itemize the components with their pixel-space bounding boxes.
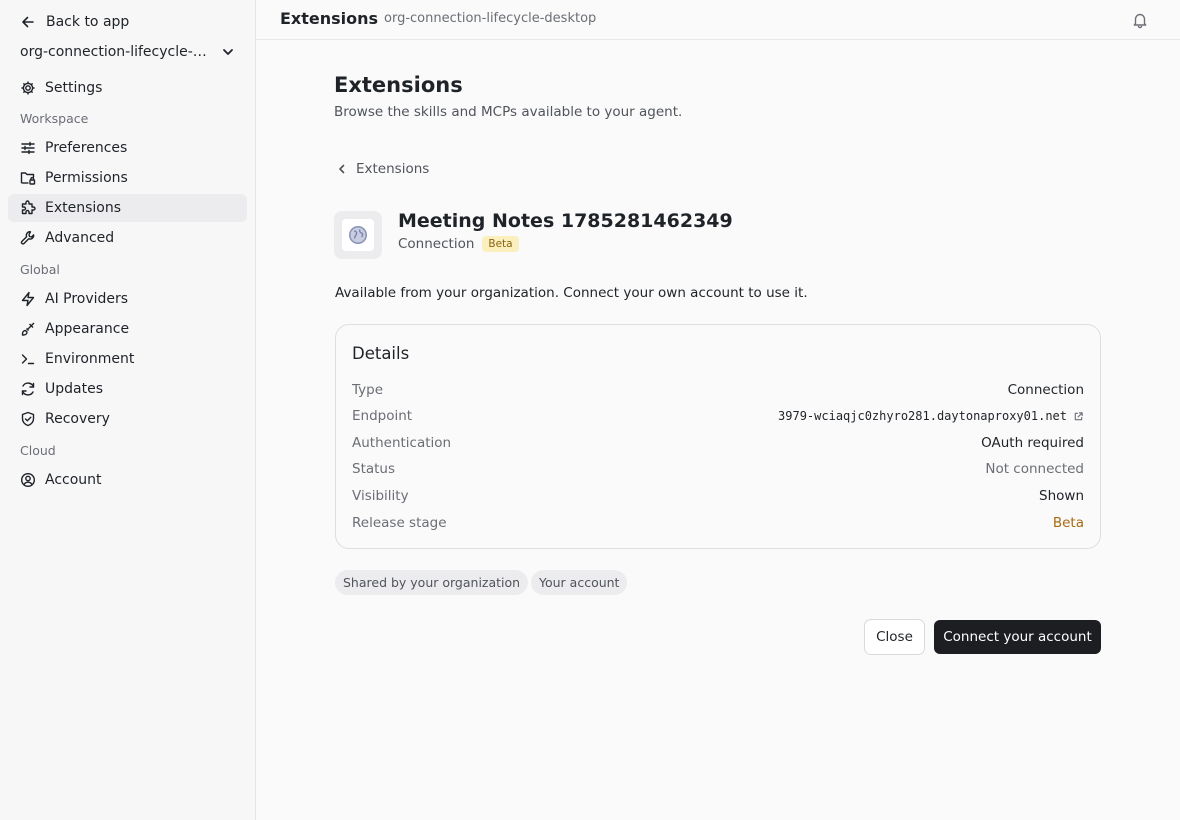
close-button[interactable]: Close: [864, 619, 925, 655]
sidebar-item-label: Updates: [45, 381, 103, 397]
sidebar-item-label: Recovery: [45, 411, 110, 427]
chip-your-account: Your account: [531, 570, 628, 595]
section-label-cloud: Cloud: [20, 443, 56, 458]
sidebar-item-label: Account: [45, 472, 102, 488]
detail-row-type: Type Connection: [352, 380, 1084, 400]
detail-row-release-stage: Release stage Beta: [352, 513, 1084, 533]
paintbrush-icon: [21, 322, 35, 336]
details-card: Details Type Connection Endpoint 3979-wc…: [335, 324, 1101, 549]
refresh-icon: [21, 382, 35, 396]
chevron-down-icon: [223, 49, 233, 55]
wrench-icon: [20, 231, 35, 245]
sidebar-item-label: Extensions: [45, 200, 122, 216]
section-label-workspace: Workspace: [20, 111, 89, 126]
sliders-icon: [21, 141, 35, 155]
sidebar-item-label: Environment: [45, 351, 135, 367]
sidebar: Back to app org-connection-lifecycle-de s…: [0, 0, 256, 820]
sidebar-item-updates[interactable]: Updates: [8, 375, 247, 403]
shield-check-icon: [21, 411, 35, 427]
folder-lock-icon: [20, 172, 36, 185]
chevron-left-icon: [339, 164, 345, 174]
sidebar-item-preferences[interactable]: Preferences: [8, 134, 247, 162]
endpoint-link[interactable]: 3979-wciaqjc0zhyro281.daytonaproxy01.net: [778, 409, 1084, 423]
sidebar-item-settings[interactable]: Settings: [8, 74, 247, 102]
detail-value: Shown: [1039, 488, 1084, 504]
external-link-icon: [1074, 411, 1083, 420]
section-label-global: Global: [20, 262, 60, 277]
arrow-left-icon: [22, 16, 34, 28]
top-bar: Extensions org-connection-lifecycle-desk…: [256, 0, 1180, 40]
sidebar-item-ai-providers[interactable]: AI Providers: [8, 285, 247, 313]
breadcrumb-label: Extensions: [356, 161, 430, 177]
terminal-icon: [21, 354, 35, 365]
globe-icon: [349, 226, 367, 244]
extension-name: Meeting Notes 1785281462349: [398, 210, 733, 232]
availability-note: Available from your organization. Connec…: [335, 285, 808, 301]
extension-type-row: Connection Beta: [398, 236, 519, 252]
detail-label: Authentication: [352, 435, 452, 451]
org-selector[interactable]: org-connection-lifecycle-desktop: [20, 42, 236, 62]
page-description: Browse the skills and MCPs available to …: [334, 104, 683, 120]
detail-value: Connection: [1007, 382, 1084, 398]
detail-label: Endpoint: [352, 408, 413, 424]
details-title: Details: [352, 344, 410, 363]
sidebar-item-appearance[interactable]: Appearance: [8, 315, 247, 343]
user-circle-icon: [20, 472, 36, 488]
org-name: org-connection-lifecycle-desktop: [20, 44, 214, 60]
sidebar-item-environment[interactable]: Environment: [8, 345, 247, 373]
back-to-app-label: Back to app: [46, 14, 130, 30]
topbar-title: Extensions: [280, 9, 379, 28]
sidebar-item-permissions[interactable]: Permissions: [8, 164, 247, 192]
detail-label: Status: [352, 461, 396, 477]
page-title: Extensions: [334, 73, 463, 97]
detail-value: Beta: [1052, 515, 1084, 531]
back-to-app-link[interactable]: Back to app: [20, 12, 129, 32]
sidebar-item-label: Appearance: [45, 321, 130, 337]
sidebar-item-account[interactable]: Account: [8, 466, 247, 494]
beta-badge: Beta: [482, 236, 519, 252]
detail-row-visibility: Visibility Shown: [352, 486, 1084, 506]
detail-row-authentication: Authentication OAuth required: [352, 433, 1084, 453]
detail-value: OAuth required: [981, 435, 1084, 451]
detail-row-endpoint: Endpoint 3979-wciaqjc0zhyro281.daytonapr…: [352, 406, 1084, 426]
detail-value: Not connected: [985, 461, 1084, 477]
connect-account-button[interactable]: Connect your account: [934, 620, 1101, 654]
chip-shared-by-org: Shared by your organization: [335, 570, 529, 595]
sidebar-item-label: Preferences: [45, 140, 128, 156]
sidebar-item-label: AI Providers: [45, 291, 129, 307]
detail-label: Type: [352, 382, 384, 398]
detail-label: Release stage: [352, 515, 447, 531]
topbar-subtitle: org-connection-lifecycle-desktop: [384, 11, 597, 26]
sidebar-item-extensions[interactable]: Extensions: [8, 194, 247, 222]
puzzle-icon: [21, 200, 36, 215]
sidebar-item-label: Permissions: [45, 170, 128, 186]
lightning-icon: [21, 291, 35, 307]
extension-type: Connection: [398, 236, 475, 252]
sidebar-item-advanced[interactable]: Advanced: [8, 224, 247, 252]
detail-row-status: Status Not connected: [352, 459, 1084, 479]
sidebar-item-recovery[interactable]: Recovery: [8, 405, 247, 433]
breadcrumb-back-extensions[interactable]: Extensions: [336, 161, 429, 177]
extension-icon-tile: [334, 211, 382, 259]
bell-icon[interactable]: [1131, 11, 1149, 29]
detail-label: Visibility: [352, 488, 409, 504]
sidebar-item-label: Settings: [45, 80, 103, 96]
sidebar-item-label: Advanced: [45, 230, 115, 246]
detail-value: 3979-wciaqjc0zhyro281.daytonaproxy01.net: [778, 409, 1067, 423]
gear-icon: [21, 81, 35, 95]
